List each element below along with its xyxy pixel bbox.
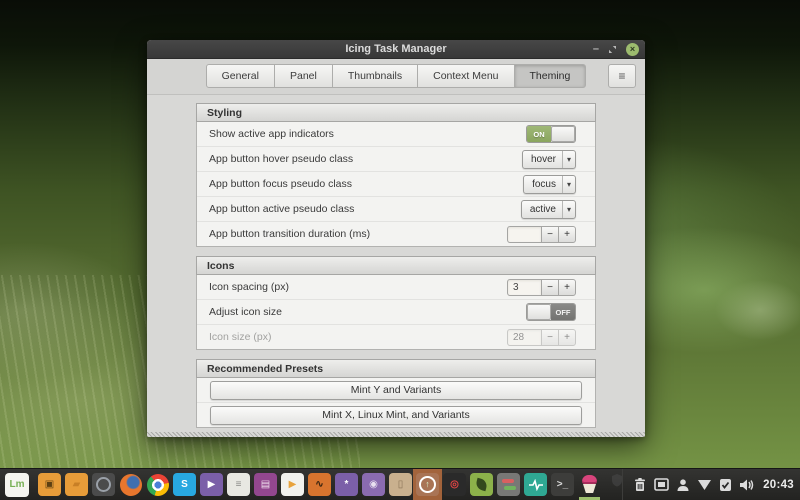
settings-row: Show active app indicators ON bbox=[197, 122, 595, 146]
spinner-entry[interactable] bbox=[507, 225, 542, 243]
taskbar-app-video-app[interactable]: ▶ bbox=[281, 473, 304, 496]
settings-row: App button transition duration (ms) − + bbox=[197, 221, 595, 246]
minus-button[interactable]: − bbox=[541, 278, 559, 296]
settings-content: Styling Show active app indicators ON Ap… bbox=[147, 95, 645, 437]
section-header: Recommended Presets bbox=[196, 359, 596, 378]
taskbar-app-media-player[interactable]: ▶ bbox=[200, 473, 223, 496]
plus-button: + bbox=[558, 328, 576, 346]
section-header: Styling bbox=[196, 103, 596, 122]
adjust-icon-size-toggle[interactable]: OFF bbox=[526, 303, 576, 321]
taskbar-app-package-app[interactable]: ▯ bbox=[389, 473, 412, 496]
minus-button[interactable]: − bbox=[541, 225, 559, 243]
hamburger-menu-icon[interactable]: ≡ bbox=[608, 64, 636, 89]
hover-pseudo-class-dropdown[interactable]: hover ▾ bbox=[521, 149, 576, 169]
taskbar-app-screenshot-tool[interactable] bbox=[92, 473, 115, 496]
chevron-down-icon: ▾ bbox=[561, 175, 575, 193]
tab-thumbnails[interactable]: Thumbnails bbox=[331, 64, 419, 89]
taskbar-app-firefox[interactable] bbox=[119, 473, 142, 496]
updates-icon[interactable] bbox=[719, 478, 732, 492]
taskbar-app-icing-task-manager[interactable] bbox=[578, 473, 601, 500]
minimize-icon[interactable]: – bbox=[593, 44, 599, 55]
spinner-entry: 28 bbox=[507, 328, 542, 346]
plus-button[interactable]: + bbox=[558, 278, 576, 296]
tab-panel[interactable]: Panel bbox=[273, 64, 333, 89]
taskbar-app-leaf-app[interactable] bbox=[470, 473, 493, 496]
tab-theming[interactable]: Theming bbox=[513, 64, 587, 89]
settings-row: Mint Y and Variants bbox=[197, 378, 595, 402]
settings-row: App button hover pseudo class hover ▾ bbox=[197, 146, 595, 171]
trash-icon[interactable] bbox=[633, 477, 647, 492]
taskbar-app-folder[interactable]: ▰ bbox=[65, 473, 88, 496]
window-title: Icing Task Manager bbox=[345, 42, 447, 55]
presets-section: Recommended Presets Mint Y and Variants … bbox=[196, 359, 596, 428]
volume-icon[interactable] bbox=[739, 478, 756, 492]
icons-section: Icons Icon spacing (px) 3 − + Adjust ico… bbox=[196, 256, 596, 350]
taskbar-app-webcam-app[interactable]: ◉ bbox=[362, 473, 385, 496]
icing-task-manager-window: Icing Task Manager – × General Panel Thu… bbox=[147, 40, 645, 437]
mint-y-preset-button[interactable]: Mint Y and Variants bbox=[210, 380, 582, 400]
active-pseudo-class-dropdown[interactable]: active ▾ bbox=[520, 199, 576, 219]
mint-x-preset-button[interactable]: Mint X, Linux Mint, and Variants bbox=[210, 405, 582, 425]
taskbar-app-chrome[interactable] bbox=[146, 473, 169, 496]
taskbar-app-tweaks-app[interactable] bbox=[497, 473, 520, 496]
transition-duration-spinner: − + bbox=[507, 225, 576, 243]
taskbar-apps: Lm ▣ ▰ S ▶ ≡ ▤ ▶ ∿ * ◉ ▯ ↑ ◎ >_ bbox=[5, 469, 601, 500]
icon-spacing-spinner: 3 − + bbox=[507, 278, 576, 296]
minus-button: − bbox=[541, 328, 559, 346]
network-icon[interactable] bbox=[697, 479, 712, 491]
settings-row: App button active pseudo class active ▾ bbox=[197, 196, 595, 221]
taskbar-app-paint-app[interactable]: * bbox=[335, 473, 358, 496]
settings-row: Icon size (px) 28 − + bbox=[197, 324, 595, 349]
taskbar-app-system-monitor[interactable] bbox=[524, 473, 547, 496]
window-titlebar[interactable]: Icing Task Manager – × bbox=[147, 40, 645, 59]
tab-context-menu[interactable]: Context Menu bbox=[417, 64, 515, 89]
section-header: Icons bbox=[196, 256, 596, 275]
taskbar-app-skype[interactable]: S bbox=[173, 473, 196, 496]
taskbar-app-files[interactable]: ▣ bbox=[38, 473, 61, 496]
icon-size-spinner: 28 − + bbox=[507, 328, 576, 346]
spinner-entry[interactable]: 3 bbox=[507, 278, 542, 296]
styling-section: Styling Show active app indicators ON Ap… bbox=[196, 103, 596, 247]
focus-pseudo-class-dropdown[interactable]: focus ▾ bbox=[523, 174, 576, 194]
user-icon[interactable] bbox=[676, 478, 690, 492]
taskbar-app-mint-menu[interactable]: Lm bbox=[5, 472, 29, 497]
restore-icon[interactable] bbox=[608, 45, 617, 54]
chevron-down-icon: ▾ bbox=[561, 200, 575, 218]
taskbar-app-game-app[interactable]: ∿ bbox=[308, 473, 331, 496]
settings-row: Icon spacing (px) 3 − + bbox=[197, 275, 595, 299]
settings-row: App button focus pseudo class focus ▾ bbox=[197, 171, 595, 196]
screenshot-icon[interactable] bbox=[654, 478, 669, 491]
taskbar-app-terminal[interactable]: >_ bbox=[551, 473, 574, 496]
tab-general[interactable]: General bbox=[205, 64, 275, 89]
clock[interactable]: 20:43 bbox=[763, 479, 796, 491]
settings-row: Adjust icon size OFF bbox=[197, 299, 595, 324]
plus-button[interactable]: + bbox=[558, 225, 576, 243]
tab-bar: General Panel Thumbnails Context Menu Th… bbox=[147, 58, 645, 95]
taskbar-app-update-manager[interactable]: ↑ bbox=[413, 469, 442, 500]
taskbar-app-libreoffice[interactable]: ≡ bbox=[227, 473, 250, 496]
settings-row: Mint X, Linux Mint, and Variants bbox=[197, 402, 595, 427]
system-tray: 20:43 bbox=[622, 469, 796, 500]
taskbar: Lm ▣ ▰ S ▶ ≡ ▤ ▶ ∿ * ◉ ▯ ↑ ◎ >_ 20:43 bbox=[0, 468, 800, 500]
close-icon[interactable]: × bbox=[626, 42, 639, 56]
taskbar-app-document-app[interactable]: ▤ bbox=[254, 473, 277, 496]
chevron-down-icon: ▾ bbox=[561, 150, 575, 168]
show-active-indicators-toggle[interactable]: ON bbox=[526, 125, 576, 143]
taskbar-app-screen-recorder[interactable]: ◎ bbox=[443, 473, 466, 496]
